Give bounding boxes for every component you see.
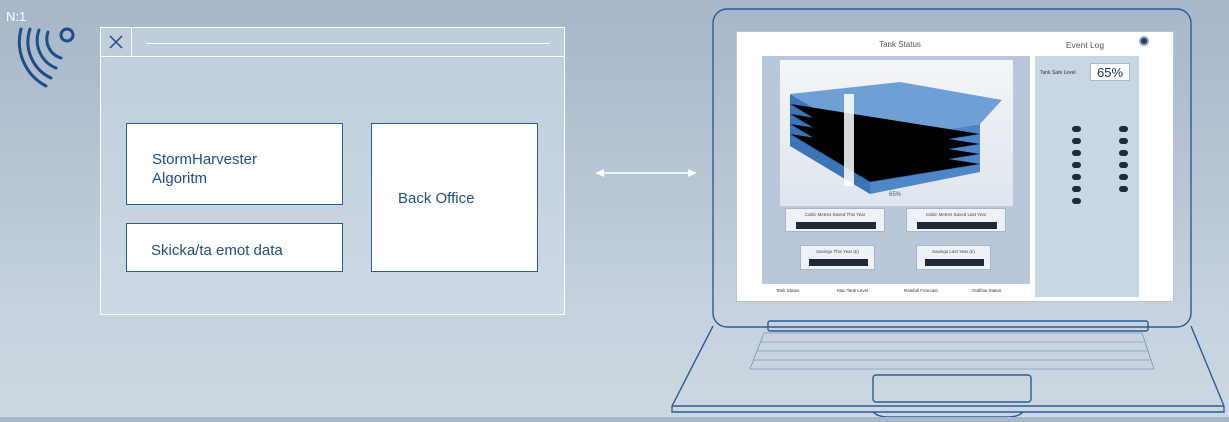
tank-level-value: 65%	[1090, 63, 1130, 81]
gear-icon[interactable]	[1139, 36, 1149, 46]
stat-label: Cubic Metres Saved This Year	[804, 212, 866, 217]
stat-cubic-last-year: Cubic Metres Saved Last Year	[906, 208, 1006, 232]
tab-tank-status[interactable]: Tank Status	[776, 288, 800, 293]
forecast-grid	[1040, 90, 1135, 210]
back-office-box: Back Office	[371, 123, 538, 272]
stat-counter	[809, 259, 868, 266]
tank-visual-area	[780, 60, 1013, 206]
stat-counter	[925, 259, 984, 266]
stat-cubic-this-year: Cubic Metres Saved This Year	[785, 208, 885, 232]
close-icon[interactable]	[101, 28, 132, 56]
stat-savings-last-year: Savings Last Year (£)	[916, 245, 991, 270]
tank-3d-render	[789, 82, 1002, 194]
stat-label: Savings This Year (£)	[816, 249, 859, 254]
wireless-signal-icon	[10, 22, 78, 93]
window-title-bar	[101, 28, 564, 57]
send-receive-box-label: Skicka/ta emot data	[151, 242, 283, 259]
tab-max-tank-level[interactable]: Max Tank Level	[837, 288, 868, 293]
window-title-line	[146, 43, 550, 44]
send-receive-box: Skicka/ta emot data	[126, 223, 343, 272]
tab-outflow-status[interactable]: Outflow Status	[972, 288, 1001, 293]
event-log-title: Event Log	[1065, 40, 1105, 50]
tab-rainfall-forecast[interactable]: Rainfall Forecast	[904, 288, 938, 293]
tank-percent-label: 65%	[888, 192, 901, 198]
algorithm-box: StormHarvester Algoritm	[126, 123, 343, 205]
stat-counter	[796, 222, 876, 229]
stat-label: Cubic Metres Saved Last Year	[925, 212, 987, 217]
screen-tab-bar: Tank Status Max Tank Level Rainfall Fore…	[762, 288, 1032, 298]
tank-level-label: Tank Safe Level	[1040, 70, 1076, 76]
tank-status-title: Tank Status	[879, 40, 921, 49]
stat-savings-this-year: Savings This Year (£)	[800, 245, 875, 270]
algorithm-box-label: StormHarvester Algoritm	[152, 151, 258, 187]
back-office-box-label: Back Office	[398, 190, 475, 207]
stat-counter	[917, 222, 997, 229]
stat-label: Savings Last Year (£)	[932, 249, 975, 254]
